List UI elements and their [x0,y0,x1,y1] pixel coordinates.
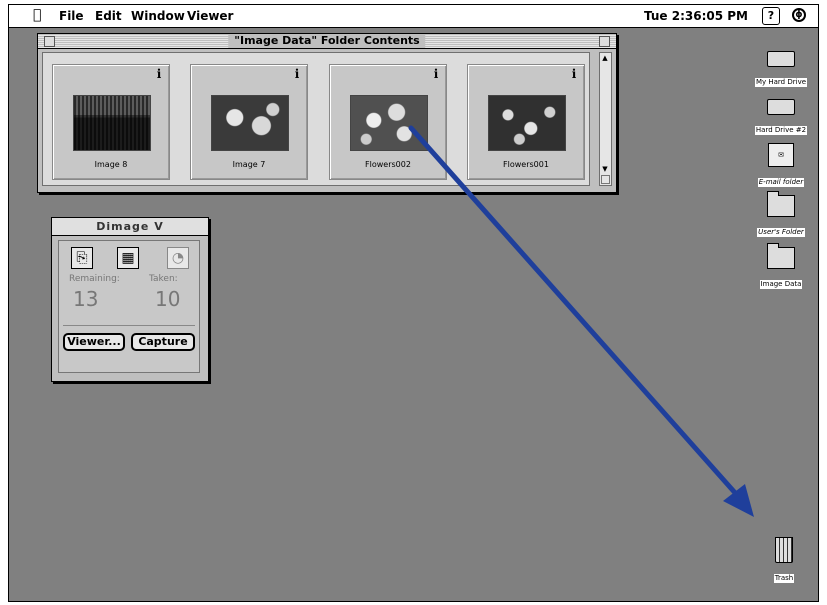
menu-viewer[interactable]: Viewer [187,9,233,23]
info-icon[interactable]: i [155,68,163,80]
thumbnail-flowers001[interactable]: i Flowers001 [467,64,585,180]
thumbnail-label: Flowers001 [503,160,549,169]
desktop:  File Edit Window Viewer Tue 2:36:05 PM… [8,4,819,602]
dimage-window: Dimage V ⎘ ▦ ◔ Remaining: Taken: 13 10 V… [51,217,209,382]
help-icon[interactable]: ? [762,7,780,25]
close-box-icon[interactable] [44,36,55,47]
hard-drive-icon [767,99,795,115]
checkered-tool-icon[interactable]: ▦ [117,247,139,269]
folder-window: "Image Data" Folder Contents i Image 8 i… [37,33,617,193]
menu-clock[interactable]: Tue 2:36:05 PM [644,9,748,23]
folder-icon [767,243,795,269]
info-icon[interactable]: i [293,68,301,80]
desktop-icon-email-folder[interactable]: ✉ E-mail folder [751,143,811,188]
menu-file[interactable]: File [59,9,84,23]
thumbnail-flowers002[interactable]: i Flowers002 [329,64,447,180]
camera-tool-icon[interactable]: ⎘ [71,247,93,269]
remaining-value: 13 [73,287,99,311]
thumbnail-image [73,95,151,151]
menu-bar:  File Edit Window Viewer Tue 2:36:05 PM… [9,5,818,28]
application-menu-icon[interactable]: ɸ [792,8,806,22]
desktop-icon-label: User's Folder [757,228,805,237]
hard-drive-icon [767,51,795,67]
thumbnail-image-8[interactable]: i Image 8 [52,64,170,180]
mail-folder-icon: ✉ [768,143,794,167]
desktop-icon-label: E-mail folder [757,178,805,187]
thumbnail-label: Image 7 [232,160,266,169]
timer-tool-icon[interactable]: ◔ [167,247,189,269]
thumbnail-image [211,95,289,151]
menu-edit[interactable]: Edit [95,9,122,23]
taken-label: Taken: [149,274,178,284]
remaining-label: Remaining: [69,274,120,284]
desktop-icon-users-folder[interactable]: User's Folder [751,191,811,238]
folder-icon [767,191,795,217]
desktop-icon-label: Image Data [759,280,803,289]
desktop-icon-image-data[interactable]: Image Data [751,243,811,290]
desktop-icon-my-hard-drive[interactable]: My Hard Drive [751,51,811,88]
thumbnail-label: Image 8 [94,160,128,169]
zoom-box-icon[interactable] [599,36,610,47]
apple-menu-icon[interactable]:  [33,7,41,23]
vertical-scrollbar[interactable]: ▲ ▼ [599,52,612,186]
menu-window[interactable]: Window [131,9,185,23]
taken-value: 10 [155,287,181,311]
dimage-control-panel: ⎘ ▦ ◔ Remaining: Taken: 13 10 Viewer... … [58,240,200,373]
folder-window-title: "Image Data" Folder Contents [228,34,426,48]
desktop-icon-trash[interactable]: Trash [754,537,814,584]
dimage-window-titlebar[interactable]: Dimage V [52,218,208,236]
capture-button[interactable]: Capture [131,333,195,351]
desktop-icon-hard-drive-2[interactable]: Hard Drive #2 [751,99,811,136]
thumbnail-image [488,95,566,151]
trash-icon [775,537,793,563]
thumbnail-label: Flowers002 [365,160,411,169]
info-icon[interactable]: i [570,68,578,80]
resize-box-icon[interactable] [601,175,610,184]
scroll-up-icon[interactable]: ▲ [601,54,609,62]
desktop-icon-label: Trash [773,574,795,583]
folder-window-titlebar[interactable]: "Image Data" Folder Contents [38,34,616,49]
info-icon[interactable]: i [432,68,440,80]
folder-contents-area: i Image 8 i Image 7 i Flowers002 i Flowe… [42,52,590,186]
thumbnail-image-7[interactable]: i Image 7 [190,64,308,180]
thumbnail-image [350,95,428,151]
desktop-icon-label: Hard Drive #2 [754,126,808,135]
scroll-down-icon[interactable]: ▼ [601,165,609,173]
viewer-button[interactable]: Viewer... [63,333,125,351]
desktop-icon-label: My Hard Drive [754,78,808,87]
divider [63,325,195,326]
